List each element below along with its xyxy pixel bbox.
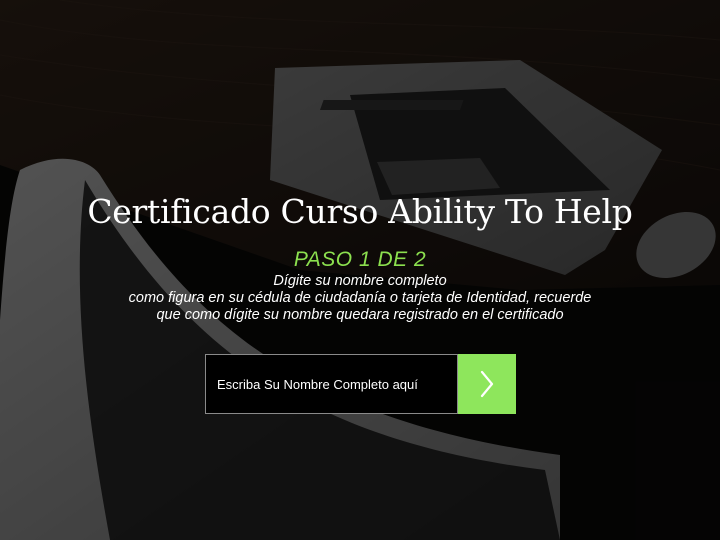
instruction-line: Dígite su nombre completo <box>273 273 447 289</box>
instructions: Dígite su nombre completo como figura en… <box>0 273 720 324</box>
instruction-line: que como dígite su nombre quedara regist… <box>156 307 564 323</box>
next-button[interactable] <box>458 354 516 414</box>
name-form <box>205 354 516 414</box>
step-indicator: PASO 1 DE 2 <box>293 248 427 271</box>
instruction-line: como figura en su cédula de ciudadanía o… <box>128 290 592 306</box>
chevron-right-icon <box>479 370 495 398</box>
page-title: Certificado Curso Ability To Help <box>87 192 633 231</box>
full-name-input[interactable] <box>205 354 458 414</box>
